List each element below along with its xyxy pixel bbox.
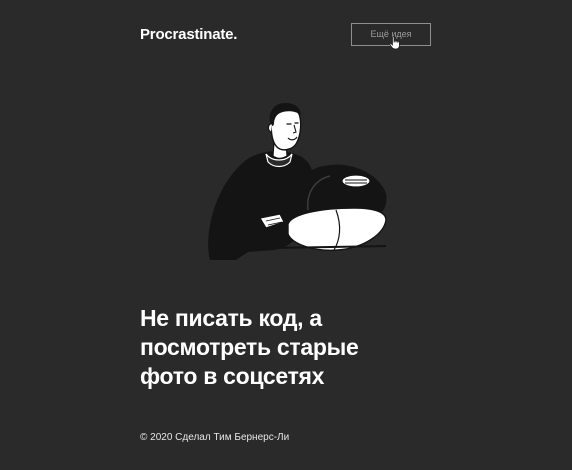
hand-cursor-icon: [389, 36, 400, 50]
page: Procrastinate. Ещё идея Не писать код, а…: [0, 0, 572, 470]
headline-line: посмотреть старые: [140, 334, 359, 360]
idea-headline: Не писать код, а посмотреть старые фото …: [140, 304, 470, 391]
footer-credit: © 2020 Сделал Тим Бернерс-Ли: [140, 432, 290, 443]
person-at-computer-illustration: [208, 102, 387, 260]
site-logo[interactable]: Procrastinate.: [140, 26, 237, 44]
headline-line: Не писать код, а: [140, 305, 322, 331]
headline-line: фото в соцсетях: [140, 363, 325, 389]
